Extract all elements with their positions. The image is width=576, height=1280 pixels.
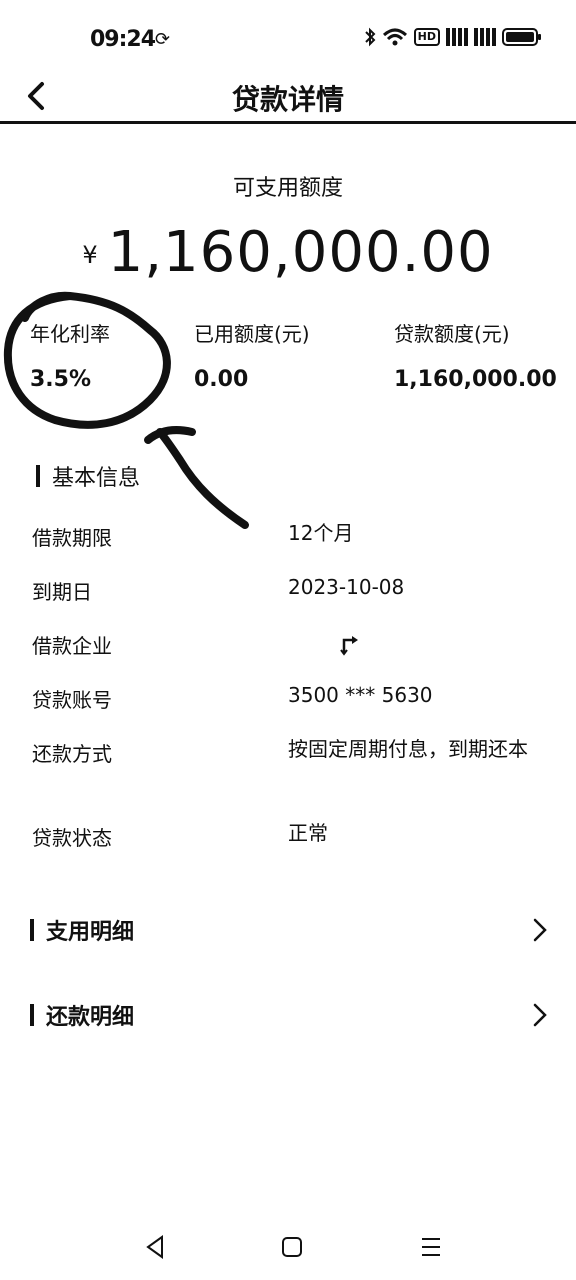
square-home-icon [282, 1237, 302, 1257]
stat-loan-amount: 贷款额度(元) 1,160,000.00 [394, 318, 557, 392]
link-label: 支用明细 [46, 920, 135, 945]
repayment-detail-link[interactable]: 还款明细 [30, 995, 550, 1035]
hd-badge: HD [413, 28, 440, 46]
wifi-icon [382, 28, 407, 46]
battery-icon [502, 28, 541, 46]
info-key: 还款方式 [32, 742, 112, 766]
status-icons: HD [364, 27, 541, 47]
stat-value: 1,160,000.00 [394, 367, 557, 392]
link-label: 还款明细 [46, 1005, 135, 1030]
status-time: 09:24 [90, 27, 156, 52]
section-marker [30, 1004, 34, 1026]
stat-annual-rate: 年化利率 3.5% [30, 318, 110, 392]
stat-used-amount: 已用额度(元) 0.00 [194, 318, 310, 392]
chevron-right-icon [533, 918, 547, 942]
section-basic-info: 基本信息 [36, 460, 140, 492]
stat-label: 已用额度(元) [194, 322, 310, 346]
stat-label: 贷款额度(元) [394, 322, 510, 346]
section-marker [36, 465, 40, 487]
signal-icon-2 [474, 28, 496, 46]
info-value: 12个月 [288, 521, 354, 545]
stat-value: 0.00 [194, 367, 249, 392]
info-key: 贷款账号 [32, 688, 112, 712]
nav-bar: 贷款详情 [0, 70, 576, 124]
stat-label: 年化利率 [30, 322, 110, 346]
triangle-back-icon [146, 1235, 163, 1259]
info-value: 2023-10-08 [288, 575, 405, 599]
usage-detail-link[interactable]: 支用明细 [30, 910, 550, 950]
amount-value: 1,160,000.00 [107, 220, 494, 285]
cursor-mark-icon [340, 636, 358, 656]
info-value: 3500 *** 5630 [288, 683, 433, 707]
currency-symbol: ¥ [82, 241, 98, 269]
status-bar: 09:24 ⟳ HD [0, 0, 576, 78]
page-title: 贷款详情 [231, 83, 344, 116]
info-key: 贷款状态 [32, 826, 112, 850]
signal-icon [446, 28, 468, 46]
info-key: 借款企业 [32, 634, 112, 658]
available-credit-amount: ¥1,160,000.00 [0, 220, 576, 285]
nav-home-button[interactable] [277, 1232, 307, 1262]
system-nav-bar [0, 1222, 576, 1270]
info-key: 借款期限 [32, 526, 112, 550]
nav-recents-button[interactable] [416, 1232, 446, 1262]
loan-stats: 年化利率 3.5% 已用额度(元) 0.00 贷款额度(元) 1,160,000… [0, 318, 576, 398]
section-marker [30, 919, 34, 941]
info-key: 到期日 [32, 580, 92, 604]
stat-value: 3.5% [30, 367, 92, 392]
menu-icon [422, 1238, 440, 1256]
available-credit-label: 可支用额度 [232, 176, 343, 201]
bluetooth-icon [364, 27, 376, 47]
sync-icon: ⟳ [155, 29, 171, 50]
section-title: 基本信息 [52, 466, 141, 491]
info-value: 正常 [288, 821, 328, 845]
info-value: 按固定周期付息，到期还本 [288, 737, 528, 761]
nav-back-button[interactable] [140, 1232, 170, 1262]
chevron-right-icon [533, 1003, 547, 1027]
